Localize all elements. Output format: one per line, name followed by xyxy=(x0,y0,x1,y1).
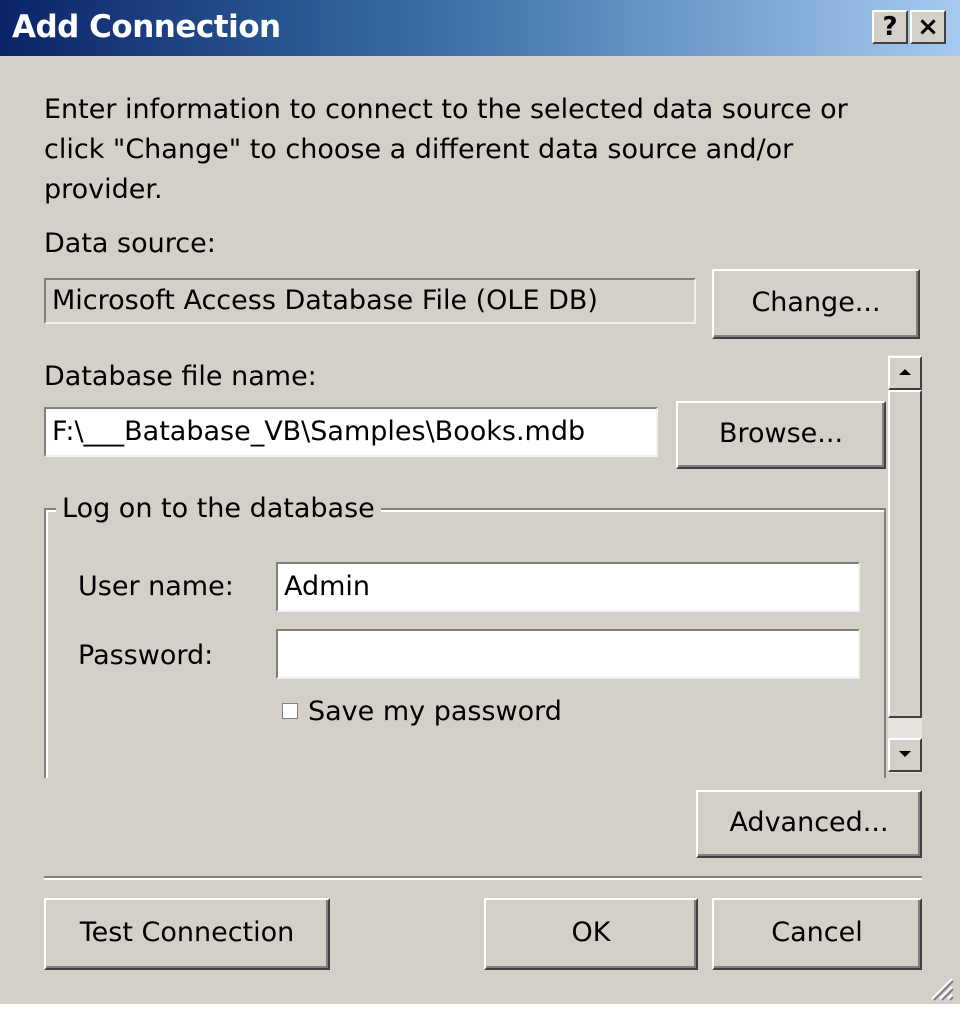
advanced-button[interactable]: Advanced... xyxy=(696,790,922,858)
separator xyxy=(44,876,922,880)
logon-group-title: Log on to the database xyxy=(56,492,381,526)
add-connection-dialog: Add Connection ? × Enter information to … xyxy=(0,0,960,1011)
scroll-down-arrow-icon xyxy=(899,751,911,757)
help-button[interactable]: ? xyxy=(872,10,908,44)
cancel-button[interactable]: Cancel xyxy=(712,898,922,970)
save-password-label[interactable]: Save my password xyxy=(308,696,562,728)
browse-button[interactable]: Browse... xyxy=(676,401,886,469)
password-input[interactable] xyxy=(276,629,860,679)
save-password-checkbox[interactable] xyxy=(282,703,298,719)
title-bar[interactable]: Add Connection ? × xyxy=(0,0,960,56)
scroll-up-arrow-icon xyxy=(899,369,911,375)
change-button[interactable]: Change... xyxy=(712,269,920,339)
window-title: Add Connection xyxy=(12,9,281,45)
ok-button[interactable]: OK xyxy=(484,898,698,970)
database-file-label: Database file name: xyxy=(44,361,317,392)
data-source-label: Data source: xyxy=(44,228,216,259)
database-file-input[interactable]: F:\___Batabase_VB\Samples\Books.mdb xyxy=(44,407,658,457)
password-label: Password: xyxy=(78,640,214,671)
scroll-down-button[interactable] xyxy=(888,738,922,772)
scroll-up-button[interactable] xyxy=(888,356,922,390)
user-name-label: User name: xyxy=(78,571,234,602)
instructions-text: Enter information to connect to the sele… xyxy=(44,94,848,205)
close-button[interactable]: × xyxy=(910,10,946,44)
data-source-field: Microsoft Access Database File (OLE DB) xyxy=(44,278,696,324)
user-name-input[interactable]: Admin xyxy=(276,562,860,612)
scrollbar-thumb[interactable] xyxy=(888,390,922,718)
window-frame-bottom xyxy=(0,1004,960,1011)
resize-grip-icon[interactable] xyxy=(928,975,954,1001)
test-connection-button[interactable]: Test Connection xyxy=(44,898,330,970)
